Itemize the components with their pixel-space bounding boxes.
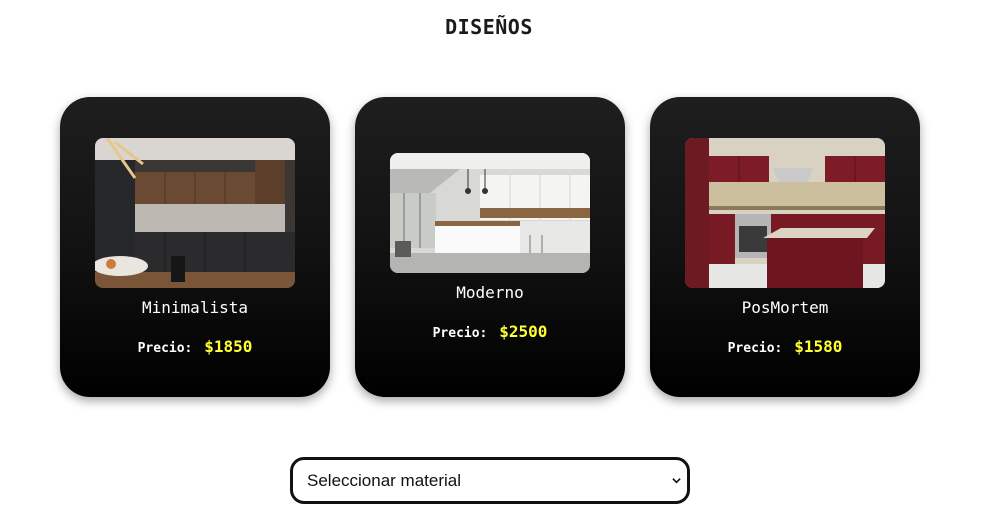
- material-select[interactable]: Seleccionar material: [290, 457, 690, 504]
- price-label: Precio:: [137, 341, 193, 356]
- design-card-posmortem[interactable]: PosMortem Precio: $1580: [650, 97, 920, 397]
- chevron-down-icon: [672, 478, 681, 484]
- price-row: Precio: $2500: [433, 322, 548, 341]
- page-title: DISEÑOS: [445, 15, 533, 39]
- price-value: $1580: [794, 337, 843, 356]
- price-value: $1850: [204, 337, 253, 356]
- price-row: Precio: $1850: [138, 337, 253, 356]
- design-name: PosMortem: [741, 298, 829, 317]
- design-card-minimalista[interactable]: Minimalista Precio: $1850: [60, 97, 330, 397]
- price-label: Precio:: [727, 341, 783, 356]
- price-label: Precio:: [432, 326, 488, 341]
- design-name: Moderno: [456, 283, 524, 302]
- modern-kitchen-image: [390, 153, 590, 273]
- price-row: Precio: $1580: [728, 337, 843, 356]
- red-kitchen-image: [685, 138, 885, 288]
- material-select-value: Seleccionar material: [307, 471, 462, 490]
- price-value: $2500: [499, 322, 548, 341]
- design-card-moderno[interactable]: Moderno Precio: $2500: [355, 97, 625, 397]
- minimalist-kitchen-image: [95, 138, 295, 288]
- design-name: Minimalista: [142, 298, 248, 317]
